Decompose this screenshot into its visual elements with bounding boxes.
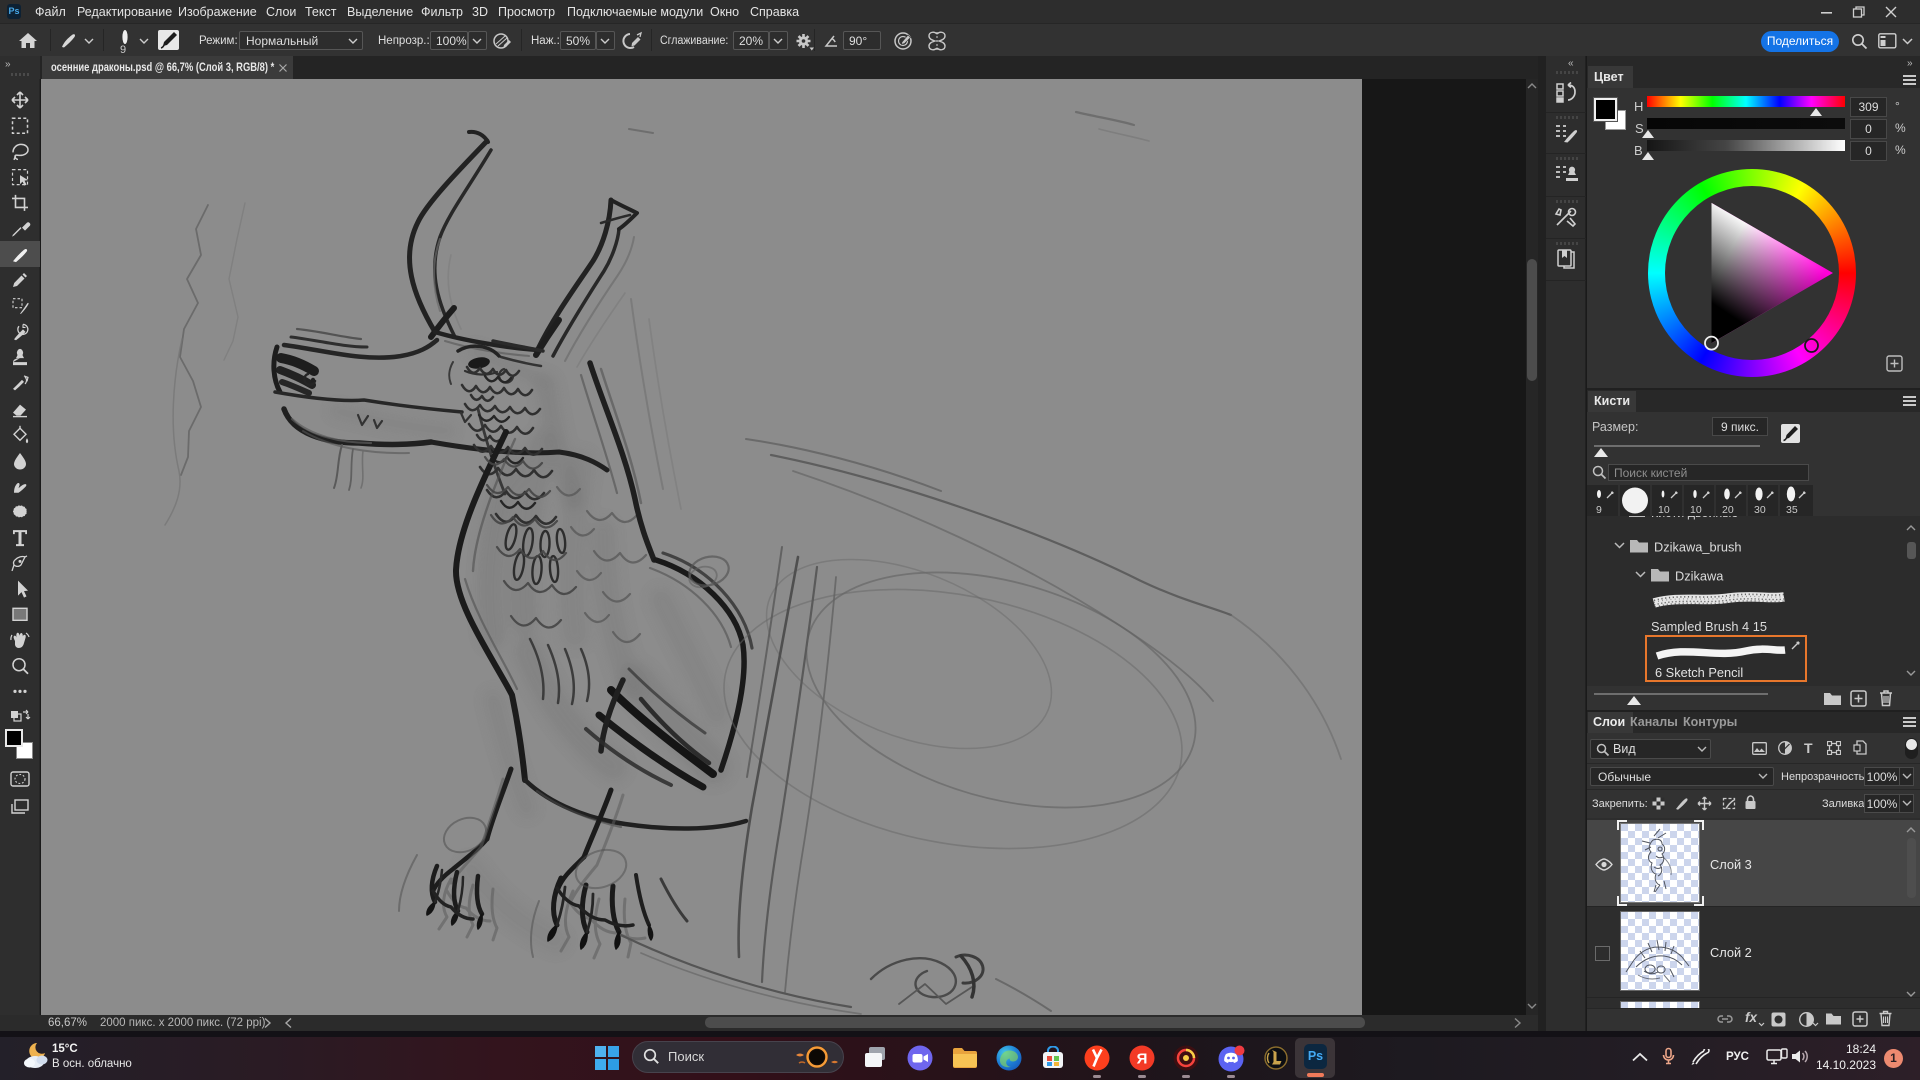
svg-text:Dzikawa_brush: Dzikawa_brush <box>1654 540 1742 555</box>
svg-text:Кисти двойные: Кисти двойные <box>1651 516 1738 520</box>
svg-text:Dzikawa: Dzikawa <box>1675 569 1724 584</box>
svg-text:30: 30 <box>1754 504 1766 516</box>
svg-text:Я: Я <box>1137 1051 1148 1068</box>
svg-text:35: 35 <box>1786 504 1798 516</box>
svg-text:10: 10 <box>1658 504 1670 516</box>
svg-text:9: 9 <box>1596 504 1602 516</box>
svg-text:10: 10 <box>1690 504 1702 516</box>
svg-text:20: 20 <box>1722 504 1734 516</box>
